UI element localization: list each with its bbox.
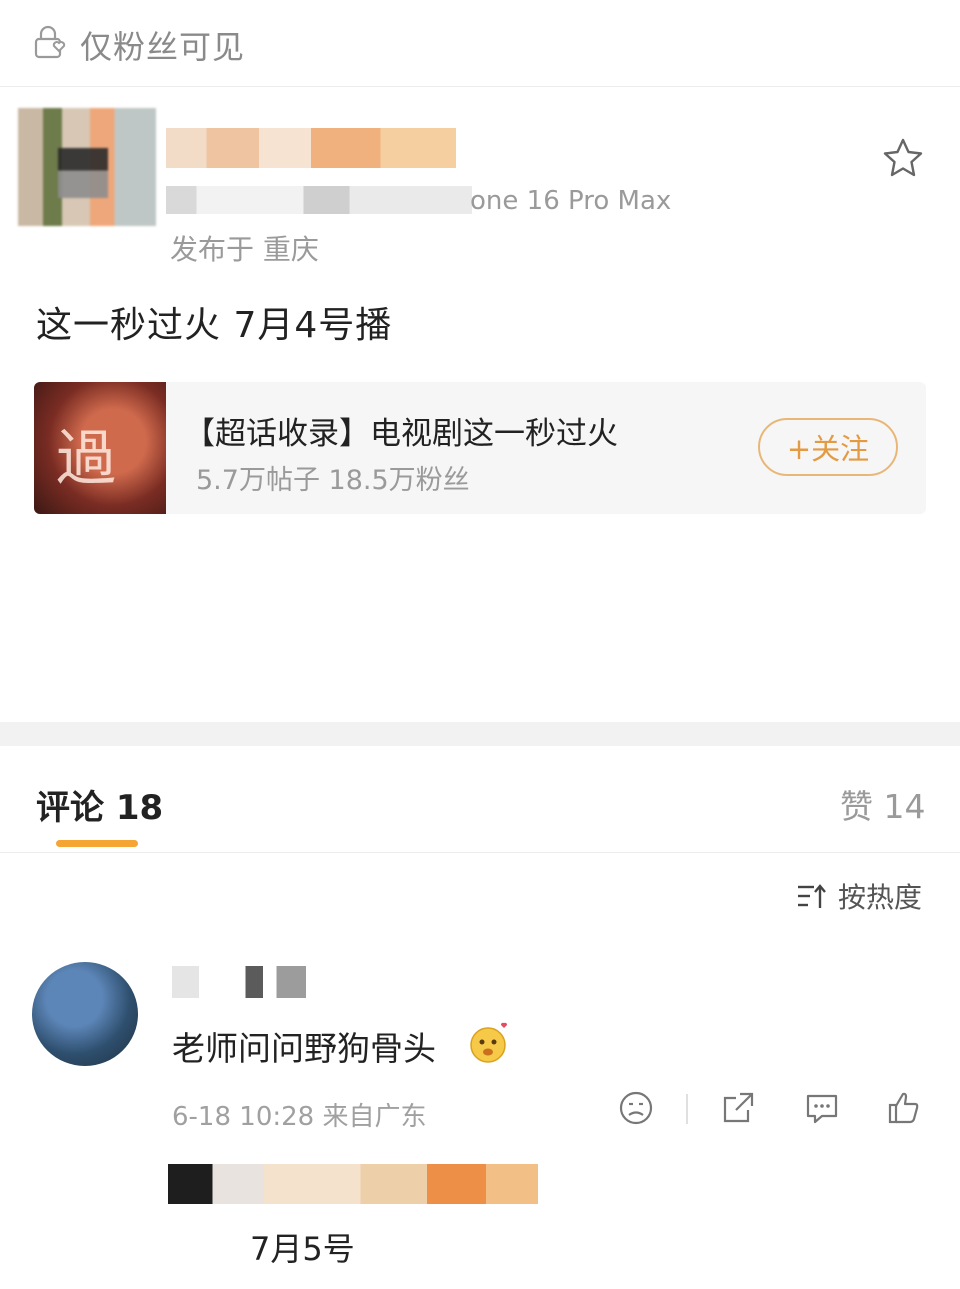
tab-divider xyxy=(0,852,960,853)
commenter-avatar[interactable] xyxy=(32,962,138,1066)
commenter-name-blurred[interactable] xyxy=(172,966,306,998)
author-name-blurred[interactable] xyxy=(166,128,456,168)
comment-icon[interactable] xyxy=(802,1088,842,1128)
tab-active-indicator xyxy=(56,840,138,847)
sort-label: 按热度 xyxy=(838,881,923,914)
topic-thumb-text: 過火 xyxy=(56,424,116,514)
reply-author-blurred[interactable] xyxy=(168,1164,538,1204)
topic-card[interactable]: 過火 【超话收录】电视剧这一秒过火 5.7万帖子 18.5万粉丝 +关注 xyxy=(34,382,926,514)
dislike-face-icon[interactable] xyxy=(616,1088,656,1128)
comment-text: 老师问问野狗骨头 xyxy=(172,1029,436,1068)
tab-comments[interactable]: 评论 18 xyxy=(36,780,163,829)
lock-heart-icon xyxy=(34,25,66,59)
device-info: one 16 Pro Max xyxy=(470,186,672,216)
topic-thumbnail: 過火 xyxy=(34,382,166,514)
tab-likes[interactable]: 赞 14 xyxy=(840,780,925,828)
post-text: 这一秒过火 7月4号播 xyxy=(36,305,393,346)
follow-button[interactable]: +关注 xyxy=(758,418,898,476)
author-avatar[interactable] xyxy=(18,108,156,226)
thumbs-up-icon[interactable] xyxy=(884,1088,924,1128)
star-icon[interactable] xyxy=(880,135,926,181)
reply-text: 7月5号 xyxy=(250,1230,355,1268)
privacy-label: 仅粉丝可见 xyxy=(80,28,246,66)
topic-meta: 5.7万帖子 18.5万粉丝 xyxy=(196,465,470,496)
topic-title: 【超话收录】电视剧这一秒过火 xyxy=(184,416,618,452)
post-location: 发布于 重庆 xyxy=(170,233,319,266)
sort-icon xyxy=(798,884,826,908)
sort-toggle[interactable]: 按热度 xyxy=(796,878,922,914)
comment-actions xyxy=(612,1088,928,1134)
comment-meta: 6-18 10:28 来自广东 xyxy=(172,1102,427,1132)
share-icon[interactable] xyxy=(718,1088,758,1128)
device-info-blurred xyxy=(166,186,472,214)
action-separator xyxy=(686,1094,688,1124)
privacy-header: 仅粉丝可见 xyxy=(0,0,960,87)
emoji-icon xyxy=(470,1022,508,1063)
section-divider xyxy=(0,722,960,746)
